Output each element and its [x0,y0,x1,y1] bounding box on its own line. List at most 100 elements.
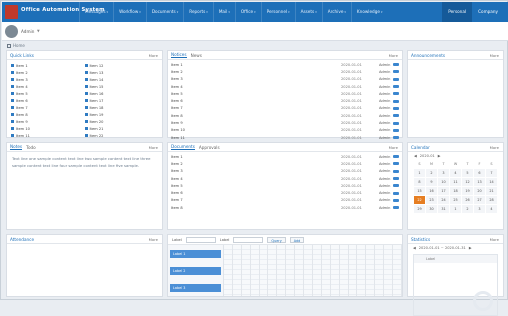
schedule-column[interactable] [286,245,296,296]
calendar-day[interactable]: 17 [438,187,449,195]
table-row[interactable]: Item 3 2020-01-01 Admin [171,168,399,175]
calendar-day[interactable]: 12 [462,178,473,186]
table-row[interactable]: Item 2 2020-01-01 Admin [171,160,399,167]
more-link[interactable]: More [149,53,158,58]
table-row[interactable]: Item 2 2020-01-01 Admin [171,68,399,75]
schedule-column[interactable] [321,245,331,296]
table-row[interactable]: Item 1 2020-01-01 Admin [171,153,399,160]
username[interactable]: Admin [21,29,34,34]
calendar-day[interactable]: 6 [474,169,485,177]
nav-item[interactable]: Mail ▾ [212,2,235,22]
header-btn-company[interactable]: Company [472,2,504,22]
list-item[interactable]: Item 7 [11,104,85,111]
avatar[interactable] [5,25,18,38]
nav-item[interactable]: Archive ▾ [321,2,351,22]
calendar-day[interactable]: 29 [414,205,425,213]
schedule-column[interactable] [232,245,242,296]
list-item[interactable]: Item 2 [11,69,85,76]
next-icon[interactable]: ▶ [469,246,472,250]
nav-item[interactable]: Office ▾ [234,2,261,22]
list-item[interactable]: Item 9 [11,118,85,125]
schedule-column[interactable] [259,245,269,296]
table-row[interactable]: Item 1 2020-01-01 Admin [171,61,399,68]
calendar-day[interactable]: 21 [486,187,497,195]
schedule-column[interactable] [330,245,340,296]
nav-item[interactable]: Knowledge ▾ [350,2,388,22]
next-month-icon[interactable]: ▶ [438,154,441,158]
table-row[interactable]: Item 6 2020-01-01 Admin [171,189,399,196]
list-item[interactable]: Item 10 [11,125,85,132]
table-row[interactable]: Item 6 2020-01-01 Admin [171,97,399,104]
calendar-day[interactable]: 28 [486,196,497,204]
list-item[interactable]: Item 6 [11,97,85,104]
tab-documents[interactable]: Documents [171,144,195,150]
schedule-column[interactable] [304,245,313,296]
calendar-day[interactable]: 1 [450,205,461,213]
schedule-tag[interactable]: Label 3 [170,284,221,292]
breadcrumb-label[interactable]: Home [13,43,25,48]
schedule-column[interactable] [268,245,278,296]
calendar-day[interactable]: 13 [474,178,485,186]
tab-news[interactable]: News [191,53,202,58]
calendar-day[interactable]: 3 [474,205,485,213]
list-item[interactable]: Item 22 [84,132,159,139]
calendar-day[interactable]: 4 [450,169,461,177]
list-item[interactable]: Item 17 [84,97,159,104]
schedule-tag[interactable]: Label 1 [170,250,221,258]
schedule-grid[interactable] [224,245,402,296]
table-row[interactable]: Item 5 2020-01-01 Admin [171,182,399,189]
list-item[interactable]: Item 3 [11,76,85,83]
table-row[interactable]: Item 4 2020-01-01 Admin [171,83,399,90]
more-link[interactable]: More [490,145,499,150]
calendar-day[interactable]: 23 [426,196,437,204]
schedule-column[interactable] [224,245,233,296]
add-button[interactable]: Add [289,236,305,243]
nav-item[interactable]: Workflow ▾ [113,2,146,22]
nav-item[interactable]: Personnel ▾ [260,2,295,22]
table-row[interactable]: Item 8 2020-01-01 Admin [171,112,399,119]
list-item[interactable]: Item 18 [84,104,159,111]
schedule-column[interactable] [393,245,402,296]
schedule-column[interactable] [295,245,305,296]
calendar-day[interactable]: 26 [462,196,473,204]
calendar-day[interactable]: 8 [414,178,425,186]
schedule-column[interactable] [348,245,358,296]
nav-item[interactable]: Documents ▾ [145,2,183,22]
calendar-day[interactable]: 27 [474,196,485,204]
more-link[interactable]: More [389,53,398,58]
chevron-down-icon[interactable]: ▼ [37,29,40,33]
schedule-column[interactable] [366,245,376,296]
filter-input[interactable] [233,236,264,243]
calendar-day[interactable]: 11 [450,178,461,186]
tab-notes[interactable]: Notes [10,144,23,150]
schedule-tag[interactable]: Label 2 [170,267,221,275]
more-link[interactable]: More [149,237,158,242]
calendar-day[interactable]: 5 [462,169,473,177]
table-row[interactable]: Item 3 2020-01-01 Admin [171,76,399,83]
calendar-day[interactable]: 15 [414,187,425,195]
calendar-day[interactable]: 19 [462,187,473,195]
calendar-day[interactable]: 2 [426,169,437,177]
table-row[interactable]: Item 4 2020-01-01 Admin [171,175,399,182]
schedule-column[interactable] [250,245,260,296]
calendar-day[interactable]: 4 [486,205,497,213]
calendar-day[interactable]: 7 [486,169,497,177]
tab-notices[interactable]: Notices [171,52,187,58]
list-item[interactable]: Item 4 [11,83,85,90]
calendar-day[interactable]: 1 [414,169,425,177]
schedule-column[interactable] [384,245,394,296]
list-item[interactable]: Item 11 [11,132,85,139]
calendar-day[interactable]: 22 [414,196,425,204]
list-item[interactable]: Item 15 [84,83,159,90]
schedule-column[interactable] [339,245,349,296]
list-item[interactable]: Item 14 [84,76,159,83]
calendar-day[interactable]: 3 [438,169,449,177]
schedule-column[interactable] [277,245,287,296]
table-row[interactable]: Item 7 2020-01-01 Admin [171,105,399,112]
table-row[interactable]: Item 8 2020-01-01 Admin [171,204,399,211]
table-row[interactable]: Item 9 2020-01-01 Admin [171,119,399,126]
prev-month-icon[interactable]: ◀ [414,154,417,158]
nav-item[interactable]: Reports ▾ [183,2,213,22]
calendar-day[interactable]: 14 [486,178,497,186]
prev-icon[interactable]: ◀ [413,246,416,250]
